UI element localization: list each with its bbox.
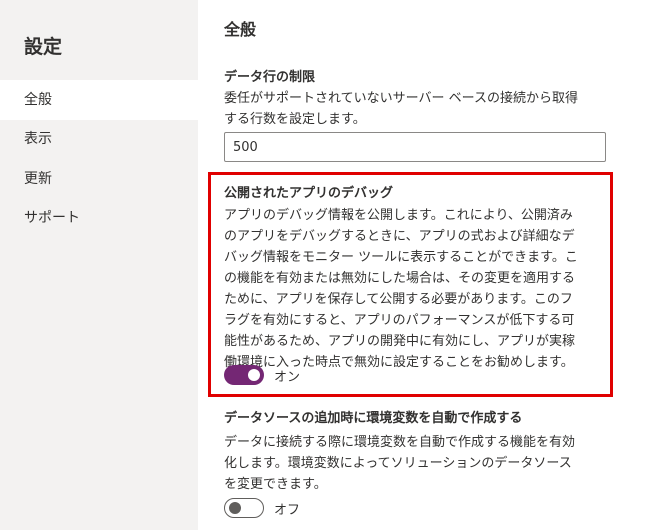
sidebar-item-updates[interactable]: 更新: [0, 159, 198, 199]
row-limit-desc-line: 委任がサポートされていないサーバー ベースの接続から取得: [224, 91, 578, 106]
env-vars-toggle-label: オフ: [274, 503, 301, 518]
settings-sidebar: 設定 全般 表示 更新 サポート: [0, 0, 198, 530]
section-heading: 全般: [224, 20, 257, 39]
sidebar-item-display[interactable]: 表示: [0, 119, 198, 159]
settings-window: 設定 全般 表示 更新 サポート 全般 データ行の制限 委任がサポートされていな…: [0, 0, 661, 530]
env-vars-desc-line: 化します。環境変数によってソリューションのデータソース: [224, 456, 572, 471]
env-vars-label: データソースの追加時に環境変数を自動で作成する: [224, 411, 523, 426]
sidebar-item-support[interactable]: サポート: [0, 198, 198, 238]
toggle-knob: [229, 502, 241, 514]
sidebar-item-general[interactable]: 全般: [0, 80, 198, 120]
sidebar-title: 設定: [24, 36, 63, 58]
env-vars-desc-line: を変更できます。: [224, 477, 327, 492]
row-limit-description: 委任がサポートされていないサーバー ベースの接続から取得 する行数を設定します。: [224, 88, 578, 130]
env-vars-desc-line: データに接続する際に環境変数を自動で作成する機能を有効: [224, 435, 576, 450]
highlight-box: [208, 172, 613, 397]
row-limit-label: データ行の制限: [224, 70, 316, 85]
env-vars-description: データに接続する際に環境変数を自動で作成する機能を有効 化します。環境変数によっ…: [224, 432, 575, 495]
row-limit-input[interactable]: [224, 132, 606, 162]
env-vars-toggle[interactable]: [224, 498, 264, 518]
row-limit-desc-line: する行数を設定します。: [224, 112, 366, 127]
